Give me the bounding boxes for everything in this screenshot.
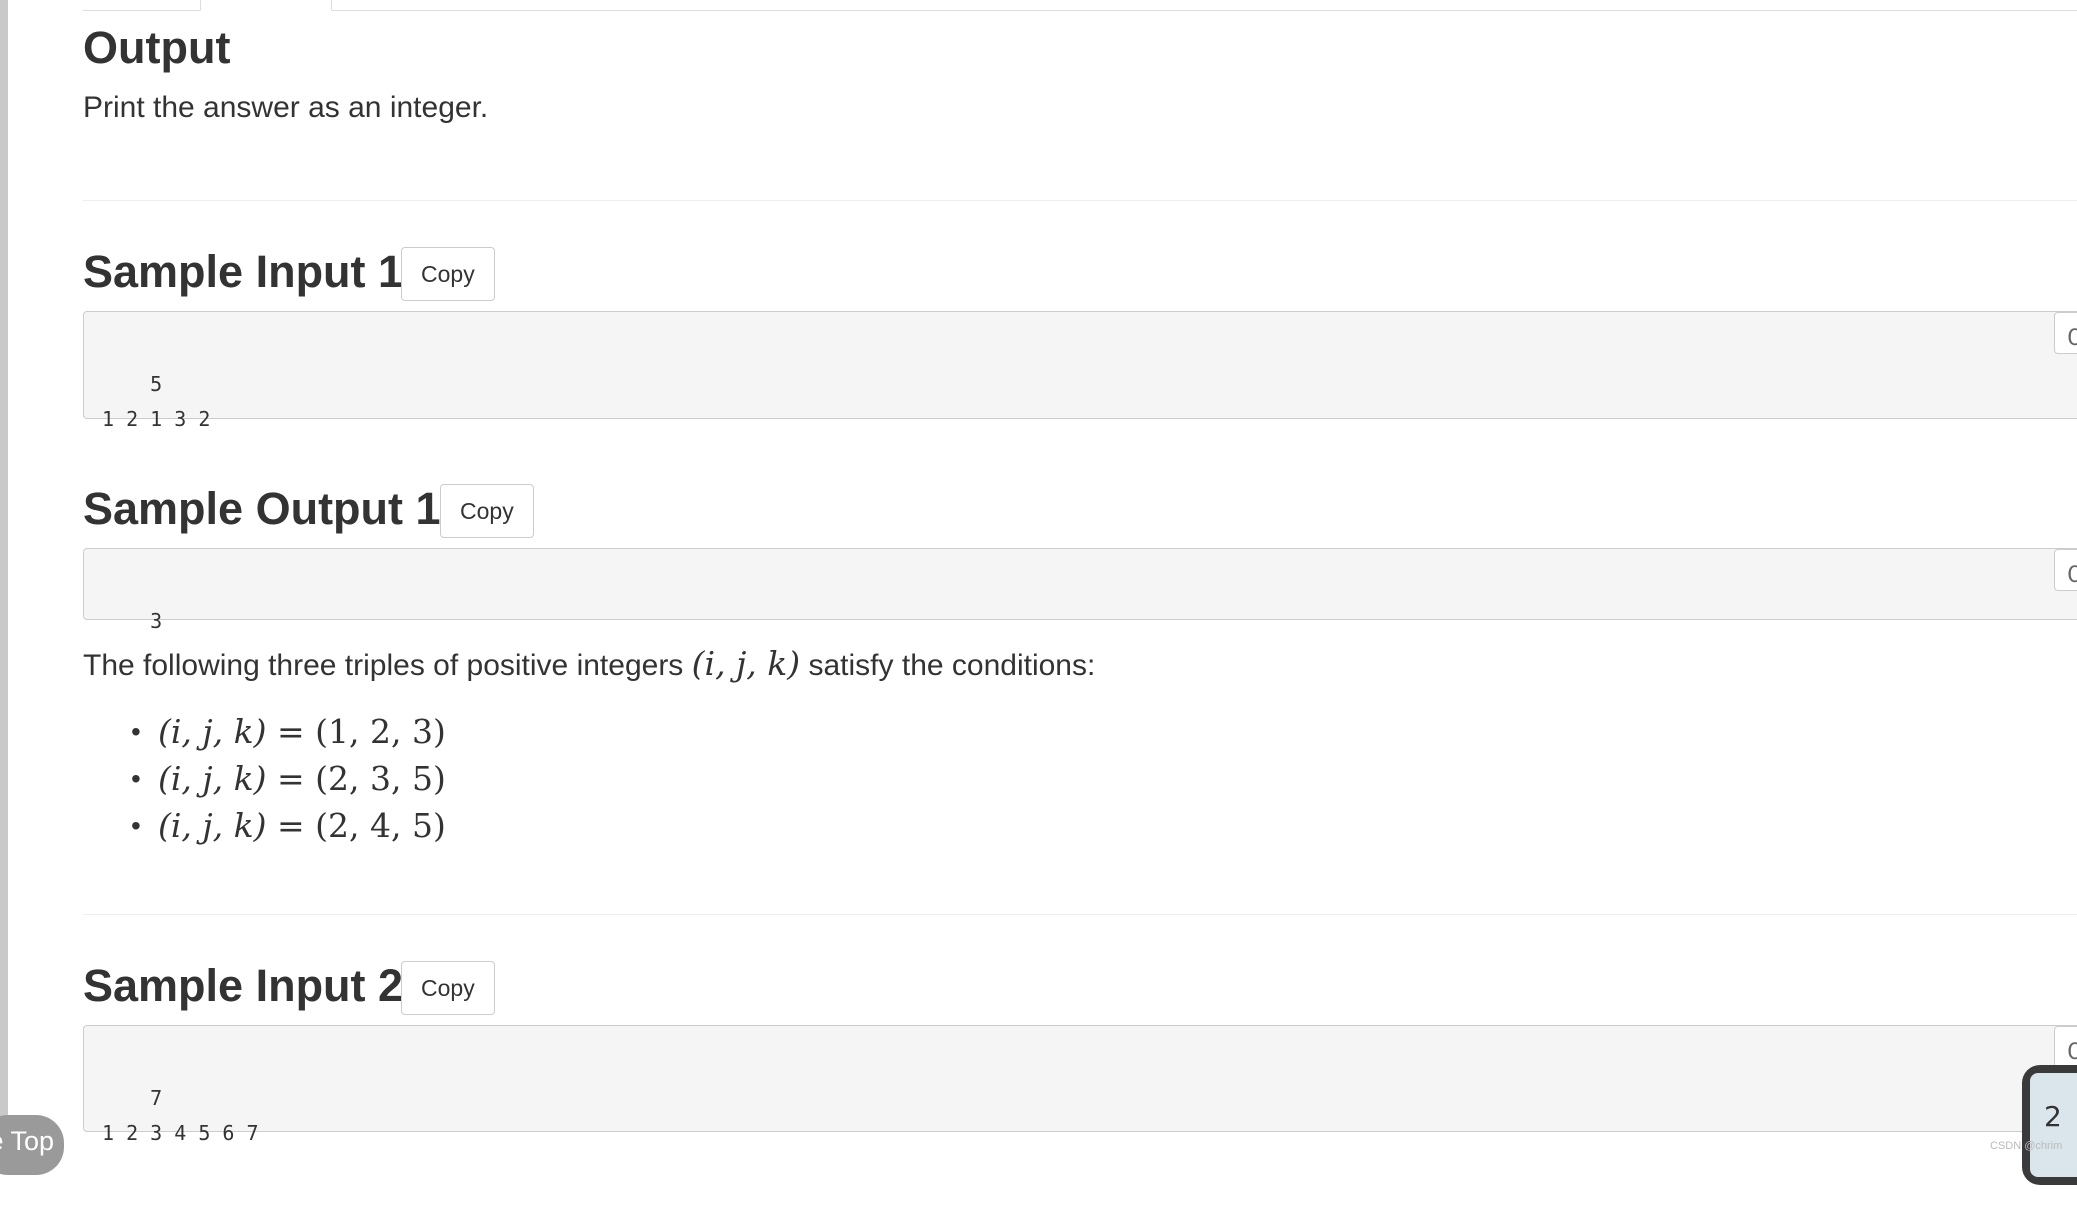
floating-widget-label: 2 (2030, 1073, 2077, 1177)
bullet-icon: • (131, 716, 141, 747)
explanation-trail: satisfy the conditions: (808, 649, 1096, 682)
list-item: • (i, j, k) = (1, 2, 3) (83, 708, 446, 755)
explanation-math-text: (i, j, k) (691, 644, 801, 683)
section-divider (83, 914, 2077, 915)
sample-input-1-content: 5 1 2 1 3 2 (102, 372, 211, 431)
sample-input-2-side-copy-button[interactable]: C (2054, 1026, 2077, 1068)
explanation-math: (i, j, k) (692, 644, 801, 683)
sample-input-2-block: 7 1 2 3 4 5 6 7 C (83, 1025, 2077, 1145)
watermark: CSDN @chrim (1990, 1140, 2063, 1152)
list-item: • (i, j, k) = (2, 4, 5) (83, 802, 446, 849)
explanation-text: The following three triples of positive … (83, 644, 1095, 686)
list-item: • (i, j, k) = (2, 3, 5) (83, 755, 446, 802)
triple-formula: (i, j, k) = (2, 4, 5) (158, 806, 446, 845)
sample-input-2-heading: Sample Input 2 (83, 960, 404, 1011)
sample-input-1-block: 5 1 2 1 3 2 C (83, 311, 2077, 431)
sample-output-1-copy-button[interactable]: Copy (440, 484, 534, 538)
explanation-lead: The following three triples of positive … (83, 649, 684, 682)
sample-input-2-copy-button[interactable]: Copy (401, 961, 495, 1015)
triples-list: • (i, j, k) = (1, 2, 3) • (i, j, k) = (2… (83, 708, 446, 849)
sample-output-1-heading: Sample Output 1 (83, 483, 441, 534)
sample-input-1-side-copy-button[interactable]: C (2054, 312, 2077, 354)
left-edge-bar (0, 0, 8, 1162)
section-divider (83, 200, 2077, 201)
tab-strip (83, 0, 2077, 11)
triple-formula: (i, j, k) = (1, 2, 3) (158, 712, 446, 751)
sample-input-1-heading: Sample Input 1 (83, 246, 404, 297)
triple-formula: (i, j, k) = (2, 3, 5) (158, 759, 446, 798)
sample-output-1-side-copy-button[interactable]: C (2054, 549, 2077, 591)
bullet-icon: • (131, 763, 141, 794)
floating-widget[interactable]: 2 (2022, 1065, 2077, 1185)
sample-input-2-content: 7 1 2 3 4 5 6 7 (102, 1086, 259, 1145)
sample-output-1-block: 3 C (83, 548, 2077, 633)
output-description: Print the answer as an integer. (83, 91, 489, 124)
output-heading: Output (83, 22, 231, 73)
bullet-icon: • (131, 810, 141, 841)
sample-input-1-copy-button[interactable]: Copy (401, 247, 495, 301)
sample-output-1-content: 3 (150, 609, 163, 633)
back-to-top-button[interactable]: e Top (0, 1115, 64, 1175)
tab-active[interactable] (200, 0, 332, 11)
